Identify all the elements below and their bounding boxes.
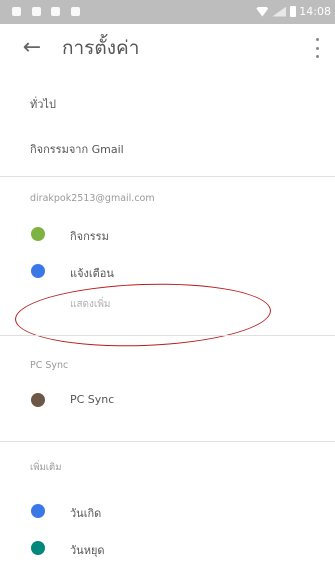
calendar-item-label: กิจกรรม <box>70 230 109 243</box>
calendar-color-dot <box>31 393 45 407</box>
back-button[interactable]: ← <box>20 37 44 59</box>
overflow-menu-button[interactable] <box>311 38 323 58</box>
notification-icon <box>51 7 60 16</box>
settings-gmail-events[interactable]: กิจกรรมจาก Gmail <box>0 140 335 160</box>
app-bar: ← การตั้งค่า <box>0 24 335 72</box>
notification-icons <box>12 6 87 19</box>
settings-general[interactable]: ทั่วไป <box>0 95 335 115</box>
notification-icon <box>12 7 21 16</box>
settings-general-label: ทั่วไป <box>30 98 56 111</box>
calendar-item-label: วันหยุด <box>70 544 105 557</box>
page-title: การตั้งค่า <box>62 37 140 59</box>
divider <box>0 335 335 336</box>
wifi-icon <box>256 6 269 17</box>
calendar-item-events[interactable]: กิจกรรม <box>0 219 335 249</box>
calendar-item-label: PC Sync <box>70 393 115 406</box>
calendar-color-dot <box>31 264 45 278</box>
calendar-item-reminders[interactable]: แจ้งเตือน <box>0 256 335 286</box>
calendar-color-dot <box>31 504 45 518</box>
calendar-item-label: แจ้งเตือน <box>70 267 114 280</box>
calendar-item-birthdays[interactable]: วันเกิด <box>0 496 335 526</box>
calendar-item-label: วันเกิด <box>70 507 102 520</box>
more-section-header: เพิ่มเติม <box>0 460 335 476</box>
pc-sync-section-header: PC Sync <box>0 360 335 376</box>
calendar-color-dot <box>31 541 45 555</box>
account-email: dirakpok2513@gmail.com <box>30 193 155 204</box>
pc-sync-header-label: PC Sync <box>30 360 69 371</box>
arrow-left-icon: ← <box>22 35 42 60</box>
status-bar: 14:08 <box>0 0 335 24</box>
settings-gmail-events-label: กิจกรรมจาก Gmail <box>30 143 124 156</box>
notification-icon <box>31 7 41 16</box>
signal-icon <box>272 6 287 17</box>
account-section-header: dirakpok2513@gmail.com <box>0 193 335 209</box>
calendar-color-dot <box>31 227 45 241</box>
calendar-item-holidays[interactable]: วันหยุด <box>0 533 335 563</box>
battery-icon <box>290 6 297 17</box>
divider <box>0 441 335 442</box>
notification-icon <box>70 7 80 16</box>
status-time: 14:08 <box>299 5 331 18</box>
divider <box>0 176 335 177</box>
calendar-item-pc-sync[interactable]: PC Sync <box>0 384 335 414</box>
more-section-header-label: เพิ่มเติม <box>30 462 62 473</box>
more-vert-icon <box>315 38 319 41</box>
